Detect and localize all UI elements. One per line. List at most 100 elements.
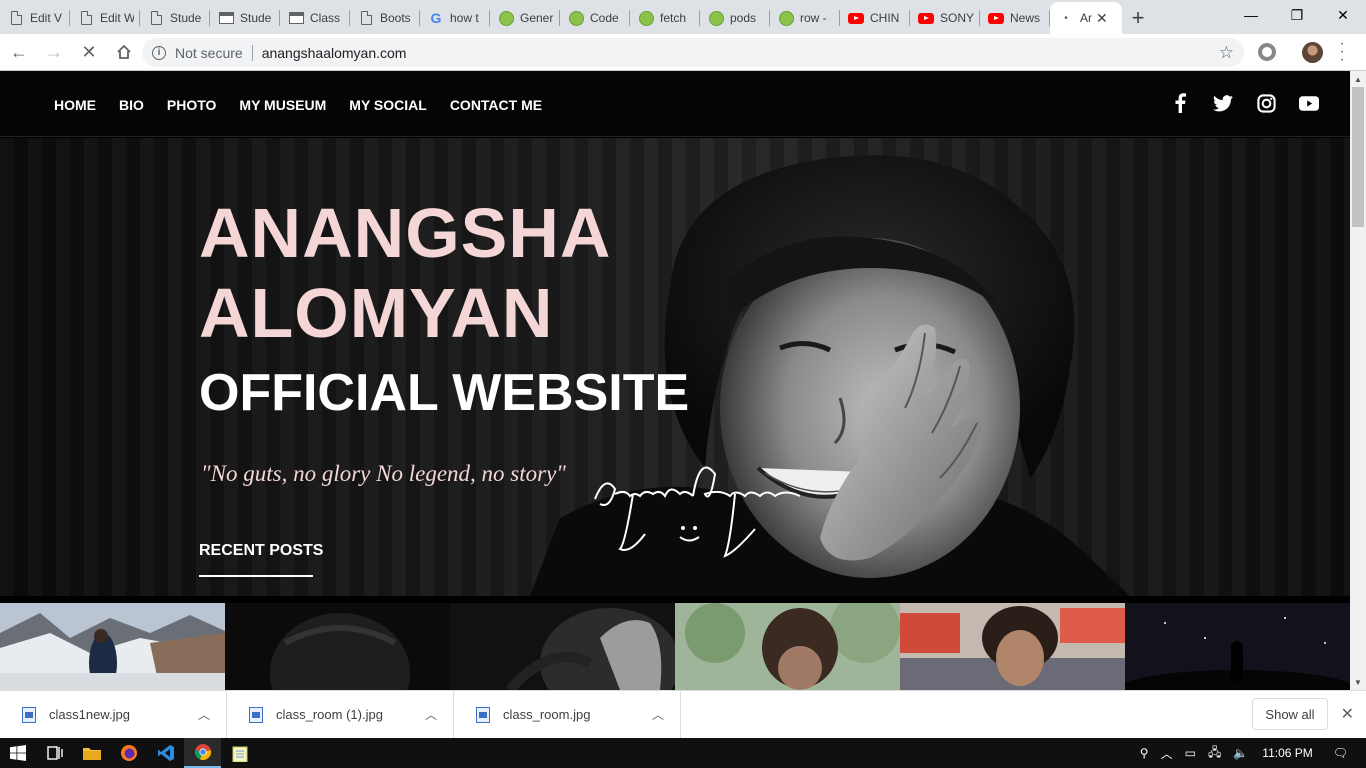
browser-tab[interactable]: Stude	[210, 2, 280, 34]
address-bar[interactable]: i Not secure anangshaalomyan.com ☆	[142, 38, 1244, 67]
browser-tab[interactable]: row -	[770, 2, 840, 34]
browser-tab[interactable]: Code	[560, 2, 630, 34]
window-controls: — ❐ ✕	[1228, 0, 1366, 30]
download-filename: class1new.jpg	[49, 707, 130, 722]
download-item[interactable]: class_room (1).jpg ︿	[227, 690, 454, 739]
scroll-up-icon[interactable]: ▲	[1350, 71, 1366, 87]
doc-icon	[358, 10, 374, 26]
chrome-icon[interactable]	[184, 738, 221, 768]
browser-tab[interactable]: Stude	[140, 2, 210, 34]
new-tab-button[interactable]: +	[1122, 2, 1154, 34]
windows-start-icon[interactable]	[0, 738, 36, 768]
back-icon[interactable]: ←	[3, 36, 35, 68]
clock[interactable]: 11:06 PM	[1262, 746, 1312, 760]
browser-tab[interactable]: Edit W	[70, 2, 140, 34]
close-downloads-icon[interactable]: ✕	[1341, 704, 1354, 724]
scroll-down-icon[interactable]: ▼	[1350, 674, 1366, 690]
page-scrollbar[interactable]: ▲ ▼	[1350, 71, 1366, 690]
browser-tab[interactable]: Class	[280, 2, 350, 34]
nav-home[interactable]: HOME	[54, 97, 96, 113]
green-circle-icon	[708, 10, 724, 26]
nav-my-museum[interactable]: MY MUSEUM	[239, 97, 326, 113]
browser-tab[interactable]: SONY	[910, 2, 980, 34]
close-window-icon[interactable]: ✕	[1320, 0, 1366, 30]
notifications-icon[interactable]: 🗨	[1333, 746, 1348, 760]
facebook-icon[interactable]	[1170, 93, 1190, 113]
browser-tab[interactable]: Gener	[490, 2, 560, 34]
chevron-up-icon[interactable]: ︿	[1161, 745, 1173, 762]
nav-bio[interactable]: BIO	[119, 97, 144, 113]
volume-icon[interactable]: 🔈	[1233, 746, 1248, 760]
firefox-icon[interactable]	[110, 738, 147, 768]
doc-icon	[78, 10, 94, 26]
home-icon[interactable]	[108, 36, 140, 68]
info-icon[interactable]: i	[152, 45, 166, 60]
browser-tab[interactable]: fetch	[630, 2, 700, 34]
chevron-up-icon[interactable]: ︿	[198, 706, 210, 723]
network-icon[interactable]: 🖧	[1208, 743, 1221, 764]
people-icon[interactable]: ⚲	[1140, 746, 1149, 760]
twitter-icon[interactable]	[1213, 93, 1233, 113]
profile-avatar[interactable]	[1302, 42, 1323, 63]
instagram-icon[interactable]	[1256, 93, 1276, 113]
notepad-icon[interactable]	[221, 738, 258, 768]
browser-tab[interactable]: Edit V	[0, 2, 70, 34]
post-thumbnail[interactable]	[225, 603, 450, 690]
hero-quote: "No guts, no glory No legend, no story"	[201, 461, 566, 486]
web-page: HOME BIO PHOTO MY MUSEUM MY SOCIAL CONTA…	[0, 71, 1350, 690]
bookmark-star-icon[interactable]: ☆	[1219, 43, 1234, 63]
chevron-up-icon[interactable]: ︿	[652, 706, 664, 723]
post-thumbnail[interactable]	[450, 603, 675, 690]
scroll-thumb[interactable]	[1352, 87, 1364, 227]
browser-tab-active[interactable]: • Ar ✕	[1050, 2, 1122, 34]
windows-taskbar: ⚲ ︿ ▭ 🖧 🔈 11:06 PM 🗨	[0, 738, 1366, 768]
divider	[251, 44, 253, 61]
browser-toolbar: ← → ✕ i Not secure anangshaalomyan.com ☆…	[0, 34, 1366, 71]
forward-icon[interactable]: →	[38, 36, 70, 68]
download-item[interactable]: class_room.jpg ︿	[454, 690, 681, 739]
tab-strip: Edit V Edit W Stude Stude Class Boots Gh…	[0, 0, 1366, 34]
browser-tab[interactable]: News	[980, 2, 1050, 34]
downloads-bar: class1new.jpg ︿ class_room (1).jpg ︿ class…	[0, 690, 1366, 739]
browser-tab[interactable]: Ghow t	[420, 2, 490, 34]
classroom-icon	[288, 10, 304, 26]
browser-tab[interactable]: Boots	[350, 2, 420, 34]
youtube-icon[interactable]	[1299, 93, 1319, 113]
youtube-icon	[988, 10, 1004, 26]
recent-posts-strip	[0, 603, 1350, 690]
post-thumbnail[interactable]	[1125, 603, 1350, 690]
minimize-icon[interactable]: —	[1228, 0, 1274, 30]
download-item[interactable]: class1new.jpg ︿	[0, 690, 227, 739]
nav-photo[interactable]: PHOTO	[167, 97, 217, 113]
vscode-icon[interactable]	[147, 738, 184, 768]
restore-icon[interactable]: ❐	[1274, 0, 1320, 30]
extension-icon[interactable]	[1258, 43, 1276, 61]
show-all-button[interactable]: Show all	[1252, 698, 1328, 730]
close-tab-icon[interactable]: ✕	[1096, 10, 1108, 27]
chevron-up-icon[interactable]: ︿	[425, 706, 437, 723]
post-thumbnail[interactable]	[0, 603, 225, 690]
download-filename: class_room.jpg	[503, 707, 591, 722]
green-circle-icon	[778, 10, 794, 26]
recent-posts-heading: RECENT POSTS	[199, 542, 324, 559]
battery-icon[interactable]: ▭	[1185, 746, 1196, 760]
classroom-icon	[218, 10, 234, 26]
image-file-icon	[249, 706, 263, 723]
download-filename: class_room (1).jpg	[276, 707, 383, 722]
browser-tab[interactable]: pods	[700, 2, 770, 34]
post-thumbnail[interactable]	[675, 603, 900, 690]
url-text[interactable]: anangshaalomyan.com	[262, 45, 407, 61]
nav-contact-me[interactable]: CONTACT ME	[450, 97, 542, 113]
nav-my-social[interactable]: MY SOCIAL	[349, 97, 427, 113]
menu-icon[interactable]: · · ·	[1337, 36, 1347, 68]
stop-loading-icon[interactable]: ✕	[73, 36, 105, 68]
green-circle-icon	[638, 10, 654, 26]
security-label: Not secure	[175, 44, 243, 61]
youtube-icon	[848, 10, 864, 26]
file-explorer-icon[interactable]	[73, 738, 110, 768]
browser-tab[interactable]: CHIN	[840, 2, 910, 34]
post-thumbnail[interactable]	[900, 603, 1125, 690]
doc-icon	[148, 10, 164, 26]
task-view-icon[interactable]	[36, 738, 73, 768]
green-circle-icon	[568, 10, 584, 26]
